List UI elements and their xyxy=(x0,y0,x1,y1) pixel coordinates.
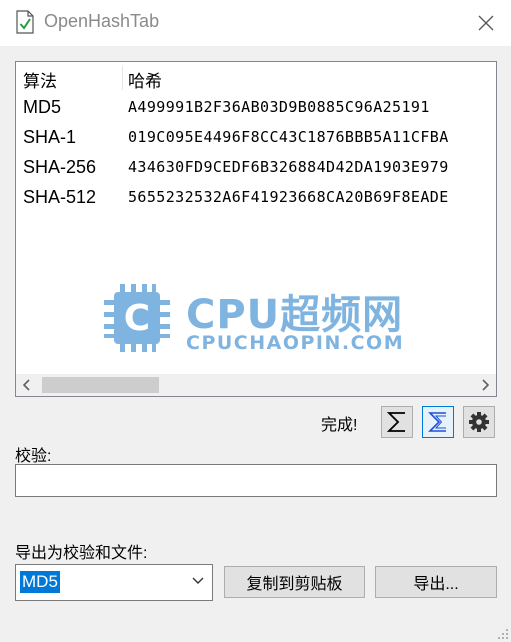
list-header: 算法 哈希 xyxy=(16,62,496,92)
verify-label: 校验: xyxy=(15,448,52,465)
chevron-down-icon xyxy=(192,577,204,584)
resize-grip-icon[interactable] xyxy=(497,628,509,640)
sigma-outline-icon xyxy=(428,412,446,432)
horizontal-scrollbar[interactable] xyxy=(16,374,496,396)
hash-row-sha256[interactable]: SHA-256 434630FD9CEDF6B326884D42DA1903E9… xyxy=(16,152,496,182)
sigma-outline-button[interactable] xyxy=(422,406,454,438)
selected-algorithm: MD5 xyxy=(20,571,60,593)
scroll-thumb[interactable] xyxy=(42,377,159,393)
scroll-right-button[interactable] xyxy=(474,374,496,396)
hash-value: 019C095E4496F8CC43C1876BBB5A11CFBA xyxy=(128,128,449,146)
settings-button[interactable] xyxy=(463,406,495,438)
document-check-icon xyxy=(16,10,34,34)
chip-logo-icon: C xyxy=(104,284,170,352)
chevron-left-icon xyxy=(22,379,30,391)
window-title: OpenHashTab xyxy=(44,11,160,31)
verify-input[interactable] xyxy=(15,464,497,497)
algorithm-name: MD5 xyxy=(23,97,62,117)
hash-row-sha1[interactable]: SHA-1 019C095E4496F8CC43C1876BBB5A11CFBA xyxy=(16,122,496,152)
sigma-icon xyxy=(386,412,405,432)
title-bar: OpenHashTab xyxy=(0,0,511,46)
algorithm-name: SHA-512 xyxy=(23,187,97,207)
copy-to-clipboard-button[interactable]: 复制到剪贴板 xyxy=(224,566,365,598)
watermark-subtitle: CPUCHAOPIN.COM xyxy=(186,332,405,354)
algorithm-select[interactable]: MD5 xyxy=(15,564,213,601)
chevron-right-icon xyxy=(482,379,490,391)
algorithm-name: SHA-1 xyxy=(23,127,77,147)
logo-letter: C xyxy=(124,298,150,339)
sigma-button[interactable] xyxy=(381,406,413,438)
watermark: C CPU超频网 CPUCHAOPIN.COM xyxy=(104,284,424,364)
close-icon xyxy=(478,15,494,31)
scroll-left-button[interactable] xyxy=(16,374,38,396)
hash-row-md5[interactable]: MD5 A499991B2F36AB03D9B0885C96A25191 xyxy=(16,92,496,122)
export-label: 导出为校验和文件: xyxy=(15,545,148,562)
close-button[interactable] xyxy=(471,8,501,38)
gear-icon xyxy=(469,412,489,432)
algorithm-name: SHA-256 xyxy=(23,157,97,177)
hash-value: 434630FD9CEDF6B326884D42DA1903E979 xyxy=(128,158,449,176)
hash-value: A499991B2F36AB03D9B0885C96A25191 xyxy=(128,98,430,116)
status-text: 完成! xyxy=(321,417,358,434)
column-divider[interactable] xyxy=(122,66,123,90)
export-button[interactable]: 导出... xyxy=(375,566,497,598)
hash-list[interactable]: 算法 哈希 MD5 A499991B2F36AB03D9B0885C96A251… xyxy=(15,61,497,397)
hash-value: 5655232532A6F41923668CA20B69F8EADE xyxy=(128,188,449,206)
hash-row-sha512[interactable]: SHA-512 5655232532A6F41923668CA20B69F8EA… xyxy=(16,182,496,212)
column-header-algorithm[interactable]: 算法 xyxy=(23,67,57,92)
column-header-hash[interactable]: 哈希 xyxy=(128,67,162,92)
